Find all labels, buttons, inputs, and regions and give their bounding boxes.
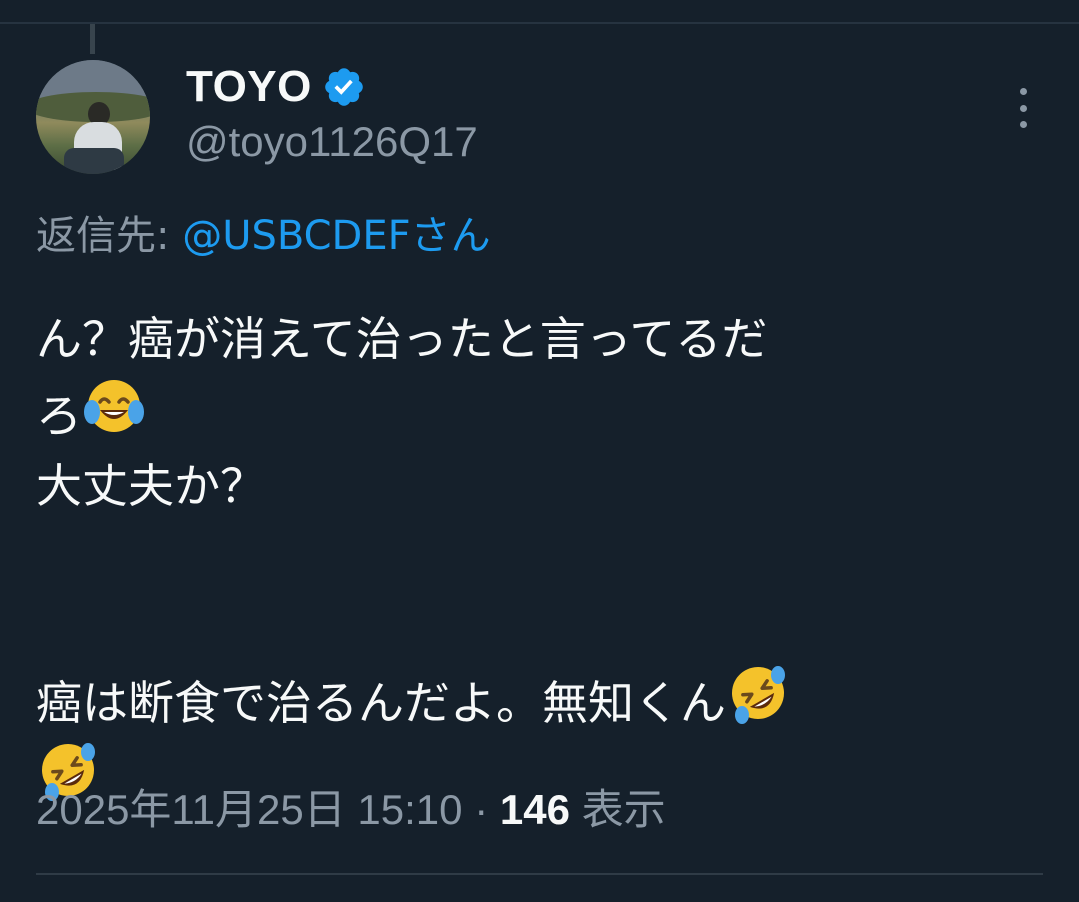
tweet-text-line-with-emoji: ろ [36,374,1046,451]
tweet-meta: 2025年11月25日 15:10 · 146 表示 [36,780,666,840]
face-with-tears-of-joy-emoji-icon [84,380,144,432]
tweet-timestamp[interactable]: 2025年11月25日 15:10 [36,786,463,833]
bottom-divider [36,873,1043,875]
avatar-legs [64,148,124,174]
author-display-name[interactable]: TOYO [186,62,312,112]
more-dot [1019,88,1027,95]
tweet-text-line: 大丈夫か？ [36,459,266,513]
more-dot [1019,104,1027,112]
more-dot [1019,121,1027,128]
author-name-row[interactable]: TOYO [186,58,366,116]
tweet-text: ん？癌が消えて治ったと言ってるだ ろ 大丈夫か？ 癌は断食で治るんだよ。無知くん [36,304,1046,815]
reply-to-mention-link[interactable]: @USBCDEFさん [182,213,490,259]
top-divider [0,22,1079,24]
tweet-text-line: ろ [36,389,82,443]
avatar[interactable] [36,60,150,174]
thread-connector-line [90,24,95,54]
rolling-on-the-floor-laughing-emoji-icon [732,666,785,724]
author-handle[interactable]: @toyo1126Q17 [186,118,478,166]
view-count: 146 [499,786,570,833]
verified-badge-icon [325,68,363,106]
reply-to-label: 返信先: [36,213,183,259]
meta-separator: · [462,786,500,833]
tweet-text-line-with-emoji: 癌は断食で治るんだよ。無知くん [36,661,1046,738]
tweet-text-line: ん？癌が消えて治ったと言ってるだ [36,312,768,366]
more-options-icon[interactable] [1006,88,1040,128]
tweet-text-line: 癌は断食で治るんだよ。無知くん [36,676,726,730]
reply-to-row: 返信先: @USBCDEFさん [36,208,491,264]
view-label: 表示 [569,786,666,833]
